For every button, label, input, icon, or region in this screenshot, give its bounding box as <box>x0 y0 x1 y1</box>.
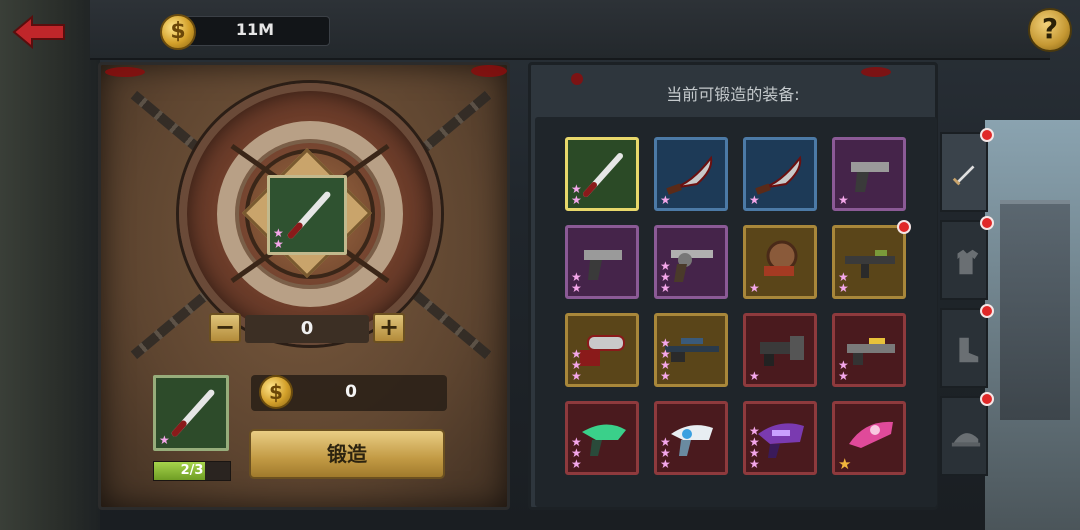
star-rating: ★ ★ ★ <box>571 348 582 383</box>
star-icon: ★ <box>749 193 760 207</box>
star-icon: ★ <box>571 457 582 471</box>
equipment-slot-chainsaw[interactable]: ★ ★ ★ <box>565 313 639 387</box>
star-rating: ★ ★ ★ <box>571 436 582 471</box>
tab-weapons[interactable] <box>940 128 994 212</box>
material-progress: 2/3 <box>153 461 231 481</box>
shirt-icon <box>957 249 979 275</box>
forge-panel: ★ ★ − 0 + ★ 2/3 $ 0 锻造 <box>98 62 510 510</box>
cap-icon <box>951 433 981 447</box>
equipment-slot-pistol[interactable]: ★ <box>832 137 906 211</box>
increase-button[interactable]: + <box>373 313 405 343</box>
equipment-slot-minigun[interactable]: ★ <box>743 313 817 387</box>
equipment-title: 当前可锻造的装备: <box>666 85 800 104</box>
equipment-slot-revolver[interactable]: ★ ★ ★ <box>654 225 728 299</box>
notification-dot <box>980 216 994 230</box>
tab-helmet[interactable] <box>940 392 994 476</box>
star-rating: ★ ★ ★ <box>660 436 671 471</box>
star-rating: ★ <box>159 433 170 447</box>
star-rating: ★ <box>660 193 671 207</box>
star-rating: ★ ★ ★ <box>660 260 671 295</box>
quantity-track: 0 <box>245 315 369 343</box>
quantity-value: 0 <box>300 318 314 339</box>
sword-icon <box>952 165 975 186</box>
blood-splatter <box>861 67 891 77</box>
equipment-slot-laser-rifle[interactable]: ★ ★ <box>832 313 906 387</box>
background-wall <box>0 0 100 530</box>
progress-text: 2/3 <box>180 463 204 478</box>
star-rating: ★ ★ <box>838 359 849 383</box>
star-icon: ★ <box>571 281 582 295</box>
star-icon: ★ <box>749 457 760 471</box>
star-rating: ★ ★ ★ ★ <box>749 425 760 471</box>
material-slot[interactable]: ★ <box>153 375 229 451</box>
coin-amount: 11M <box>235 20 275 39</box>
star-rating: ★ <box>749 369 760 383</box>
arrow-left-icon <box>12 14 65 50</box>
blood-splatter <box>105 67 145 77</box>
star-icon: ★ <box>749 281 760 295</box>
coin-balance: $ 11M <box>160 14 330 50</box>
star-icon: ★ <box>660 193 671 207</box>
background-building <box>1000 200 1070 420</box>
star-icon: ★ <box>838 281 849 295</box>
star-rating: ★ <box>838 193 849 207</box>
star-rating: ★ <box>749 193 760 207</box>
star-icon: ★ <box>660 457 671 471</box>
equipment-slot-ice-blaster[interactable]: ★ ★ ★ <box>654 401 728 475</box>
coin-icon: $ <box>259 375 293 409</box>
quantity-stepper: − 0 + <box>209 313 405 345</box>
forge-target-slot[interactable]: ★ ★ <box>267 175 347 255</box>
baseball-bat-icon <box>287 191 331 239</box>
equipment-slot-machete[interactable]: ★ <box>654 137 728 211</box>
star-rating: ★ <box>838 455 852 473</box>
star-icon: ★ <box>660 369 671 383</box>
star-rating: ★ ★ <box>838 271 849 295</box>
star-rating: ★ ★ <box>571 183 582 207</box>
back-button[interactable] <box>12 14 66 50</box>
equipment-slot-baseball-bat[interactable]: ★ ★ <box>565 137 639 211</box>
tab-boots[interactable] <box>940 304 994 388</box>
equipment-slot-pistol[interactable]: ★ ★ <box>565 225 639 299</box>
notification-dot <box>897 220 911 234</box>
equipment-panel: 当前可锻造的装备: ★ ★ ★ ★ ★ ★ ★ ★ ★ ★ ★ ★ ★ ★ ★ ★ ★ ★ ★ ★ ★ ★ ★ ★ ★ ★ ★ ★ ★ ★… <box>528 62 938 510</box>
star-icon: ★ <box>273 237 284 251</box>
star-icon: ★ <box>159 433 170 447</box>
equipment-grid: ★ ★ ★ ★ ★ ★ ★ ★ ★ ★ ★ ★ ★ ★ ★ ★ ★ ★ ★ ★ ★ ★ ★ ★ ★ ★ ★ ★ ★ ★ ★ ★ ★ ★ <box>535 117 937 507</box>
notification-dot <box>980 304 994 318</box>
star-icon: ★ <box>838 193 849 207</box>
star-icon: ★ <box>660 281 671 295</box>
equipment-slot-saw-launcher[interactable]: ★ <box>743 225 817 299</box>
star-rating: ★ ★ <box>273 227 284 251</box>
notification-dot <box>980 128 994 142</box>
equipment-slot-sniper-rifle[interactable]: ★ ★ ★ ★ <box>654 313 728 387</box>
tab-armor[interactable] <box>940 216 994 300</box>
equipment-slot-pink-blaster[interactable]: ★ <box>832 401 906 475</box>
star-rating: ★ <box>749 281 760 295</box>
star-icon: ★ <box>571 369 582 383</box>
star-rating: ★ ★ ★ ★ <box>660 337 671 383</box>
star-rating: ★ ★ <box>571 271 582 295</box>
star-icon: ★ <box>571 193 582 207</box>
cost-display: $ 0 <box>251 375 447 411</box>
equipment-slot-plasma-pistol[interactable]: ★ ★ ★ <box>565 401 639 475</box>
star-icon: ★ <box>838 369 849 383</box>
equipment-slot-plasma-cannon[interactable]: ★ ★ ★ ★ <box>743 401 817 475</box>
decrease-button[interactable]: − <box>209 313 241 343</box>
boot-icon <box>959 337 979 363</box>
star-icon: ★ <box>838 455 852 473</box>
forge-button[interactable]: 锻造 <box>249 429 445 479</box>
blood-splatter <box>471 65 507 77</box>
notification-dot <box>980 392 994 406</box>
help-button[interactable]: ? <box>1028 8 1072 52</box>
equipment-slot-machete[interactable]: ★ <box>743 137 817 211</box>
cost-value: 0 <box>345 382 357 402</box>
equipment-slot-assault-rifle[interactable]: ★ ★ <box>832 220 911 299</box>
star-icon: ★ <box>749 369 760 383</box>
